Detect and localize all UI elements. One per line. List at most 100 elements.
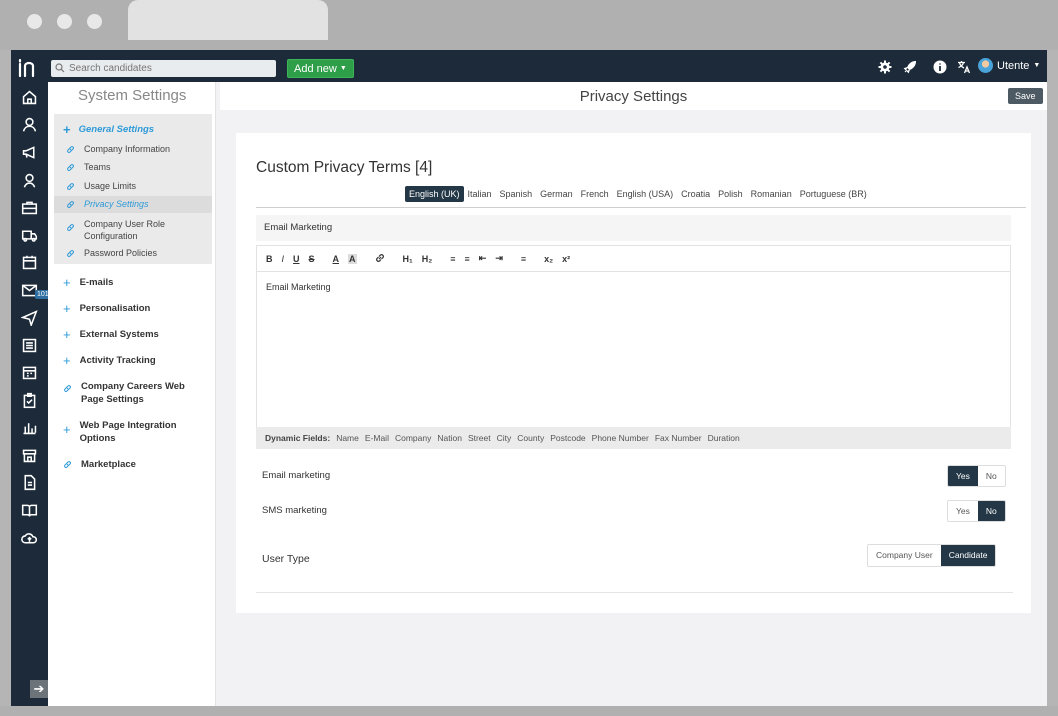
info-icon[interactable] xyxy=(932,60,948,74)
ordered-list-button[interactable]: ≡ xyxy=(450,254,455,264)
nav-section-careers-page[interactable]: Company Careers Web Page Settings xyxy=(63,380,203,406)
sms-marketing-yes[interactable]: Yes xyxy=(948,501,978,521)
link-icon xyxy=(63,384,72,393)
nav-item-usage-limits[interactable]: Usage Limits xyxy=(66,181,136,191)
dynamic-field[interactable]: E-Mail xyxy=(365,433,389,443)
superscript-button[interactable]: x² xyxy=(562,254,570,264)
nav-item-password-policies[interactable]: Password Policies xyxy=(66,248,157,258)
home-icon[interactable] xyxy=(18,87,40,107)
email-marketing-no[interactable]: No xyxy=(977,466,1005,486)
candidate-icon[interactable] xyxy=(18,114,40,134)
truck-icon[interactable] xyxy=(18,225,40,245)
briefcase-icon[interactable] xyxy=(18,197,40,217)
tab-french[interactable]: French xyxy=(577,186,613,202)
bar-chart-icon[interactable] xyxy=(18,417,40,437)
dynamic-field[interactable]: Name xyxy=(336,433,359,443)
strikethrough-button[interactable]: S xyxy=(309,254,315,264)
user-menu[interactable]: Utente ▼ xyxy=(978,58,1040,73)
dynamic-field[interactable]: County xyxy=(517,433,544,443)
dynamic-field[interactable]: Postcode xyxy=(550,433,585,443)
collapse-arrow-icon[interactable]: ➔ xyxy=(30,680,48,698)
user-type-candidate[interactable]: Candidate xyxy=(940,545,996,566)
browser-tab[interactable] xyxy=(128,0,328,40)
store-icon[interactable] xyxy=(18,445,40,465)
dynamic-field[interactable]: City xyxy=(497,433,512,443)
plus-icon: + xyxy=(63,327,71,342)
dynamic-field[interactable]: Duration xyxy=(708,433,740,443)
indent-button[interactable]: ⇥ xyxy=(495,253,503,264)
window-minimize-dot[interactable] xyxy=(57,14,72,29)
nav-item-privacy-settings[interactable]: Privacy Settings xyxy=(66,199,149,209)
mail-icon[interactable]: 101 xyxy=(18,280,51,300)
nav-section-personalisation[interactable]: + Personalisation xyxy=(63,302,150,315)
link-button[interactable] xyxy=(375,253,385,265)
clipboard-icon[interactable] xyxy=(18,390,40,410)
editor-content[interactable]: Email Marketing xyxy=(257,272,1010,302)
dynamic-field[interactable]: Nation xyxy=(437,433,462,443)
email-marketing-yes[interactable]: Yes xyxy=(948,466,978,486)
nav-section-web-integration[interactable]: + Web Page Integration Options xyxy=(63,419,203,445)
contact-icon[interactable] xyxy=(18,170,40,190)
book-icon[interactable] xyxy=(18,500,40,520)
tab-portuguese-br[interactable]: Portuguese (BR) xyxy=(796,186,871,202)
tab-croatia[interactable]: Croatia xyxy=(677,186,714,202)
text-color-button[interactable]: A xyxy=(333,254,340,264)
sms-marketing-no[interactable]: No xyxy=(977,501,1005,521)
nav-item-company-information[interactable]: Company Information xyxy=(66,144,170,154)
link-icon xyxy=(66,163,75,172)
subject-field[interactable]: Email Marketing xyxy=(256,215,1011,241)
cloud-upload-icon[interactable] xyxy=(18,528,40,548)
tab-italian[interactable]: Italian xyxy=(464,186,496,202)
nav-section-marketplace[interactable]: Marketplace xyxy=(63,459,136,470)
window-maximize-dot[interactable] xyxy=(87,14,102,29)
nav-item-company-user-role[interactable]: Company User Role Configuration xyxy=(66,218,186,242)
tab-romanian[interactable]: Romanian xyxy=(747,186,796,202)
bullet-list-button[interactable]: ≡ xyxy=(465,254,470,264)
dynamic-field[interactable]: Fax Number xyxy=(655,433,702,443)
search-icon xyxy=(55,60,65,78)
tab-english-uk[interactable]: English (UK) xyxy=(405,186,464,202)
heading2-button[interactable]: H₂ xyxy=(422,254,433,264)
tab-polish[interactable]: Polish xyxy=(714,186,747,202)
outdent-button[interactable]: ⇤ xyxy=(479,253,487,264)
user-type-company-user[interactable]: Company User xyxy=(868,545,941,566)
tab-english-usa[interactable]: English (USA) xyxy=(613,186,678,202)
gear-icon[interactable] xyxy=(877,60,893,74)
nav-section-activity-tracking[interactable]: + Activity Tracking xyxy=(63,354,156,367)
background-color-button[interactable]: A xyxy=(348,253,357,264)
tab-spanish[interactable]: Spanish xyxy=(496,186,537,202)
link-icon xyxy=(66,200,75,209)
search-box xyxy=(51,60,276,77)
dynamic-field[interactable]: Company xyxy=(395,433,431,443)
subscript-button[interactable]: x₂ xyxy=(544,254,553,264)
save-button[interactable]: Save xyxy=(1008,88,1043,104)
plus-icon: + xyxy=(63,122,71,137)
bold-button[interactable]: B xyxy=(266,254,273,264)
app-logo-icon[interactable] xyxy=(17,58,41,78)
document-icon[interactable] xyxy=(18,472,40,492)
dynamic-field[interactable]: Phone Number xyxy=(592,433,649,443)
underline-button[interactable]: U xyxy=(293,254,300,264)
list-icon[interactable] xyxy=(18,335,40,355)
general-settings-toggle[interactable]: + General Settings xyxy=(63,122,154,137)
add-new-button[interactable]: Add new ▼ xyxy=(287,59,354,78)
nav-item-label: Company Information xyxy=(84,144,171,154)
tab-german[interactable]: German xyxy=(536,186,577,202)
megaphone-icon[interactable] xyxy=(18,142,40,162)
nav-section-emails[interactable]: + E-mails xyxy=(63,276,113,289)
rocket-icon[interactable] xyxy=(902,60,918,74)
app-window: 101 ➔ Add new ▼ Utente ▼ System xyxy=(11,50,1047,706)
send-icon[interactable] xyxy=(18,307,40,327)
nav-section-external-systems[interactable]: + External Systems xyxy=(63,327,159,342)
translate-icon[interactable] xyxy=(956,60,972,74)
italic-button[interactable]: I xyxy=(282,254,285,264)
dynamic-field[interactable]: Street xyxy=(468,433,491,443)
search-input[interactable] xyxy=(69,63,269,74)
schedule-icon[interactable] xyxy=(18,362,40,382)
align-button[interactable]: ≡ xyxy=(521,254,526,264)
nav-item-teams[interactable]: Teams xyxy=(66,162,111,172)
calendar-icon[interactable] xyxy=(18,252,40,272)
window-close-dot[interactable] xyxy=(27,14,42,29)
heading1-button[interactable]: H₁ xyxy=(403,254,413,264)
add-new-label: Add new xyxy=(294,62,337,75)
